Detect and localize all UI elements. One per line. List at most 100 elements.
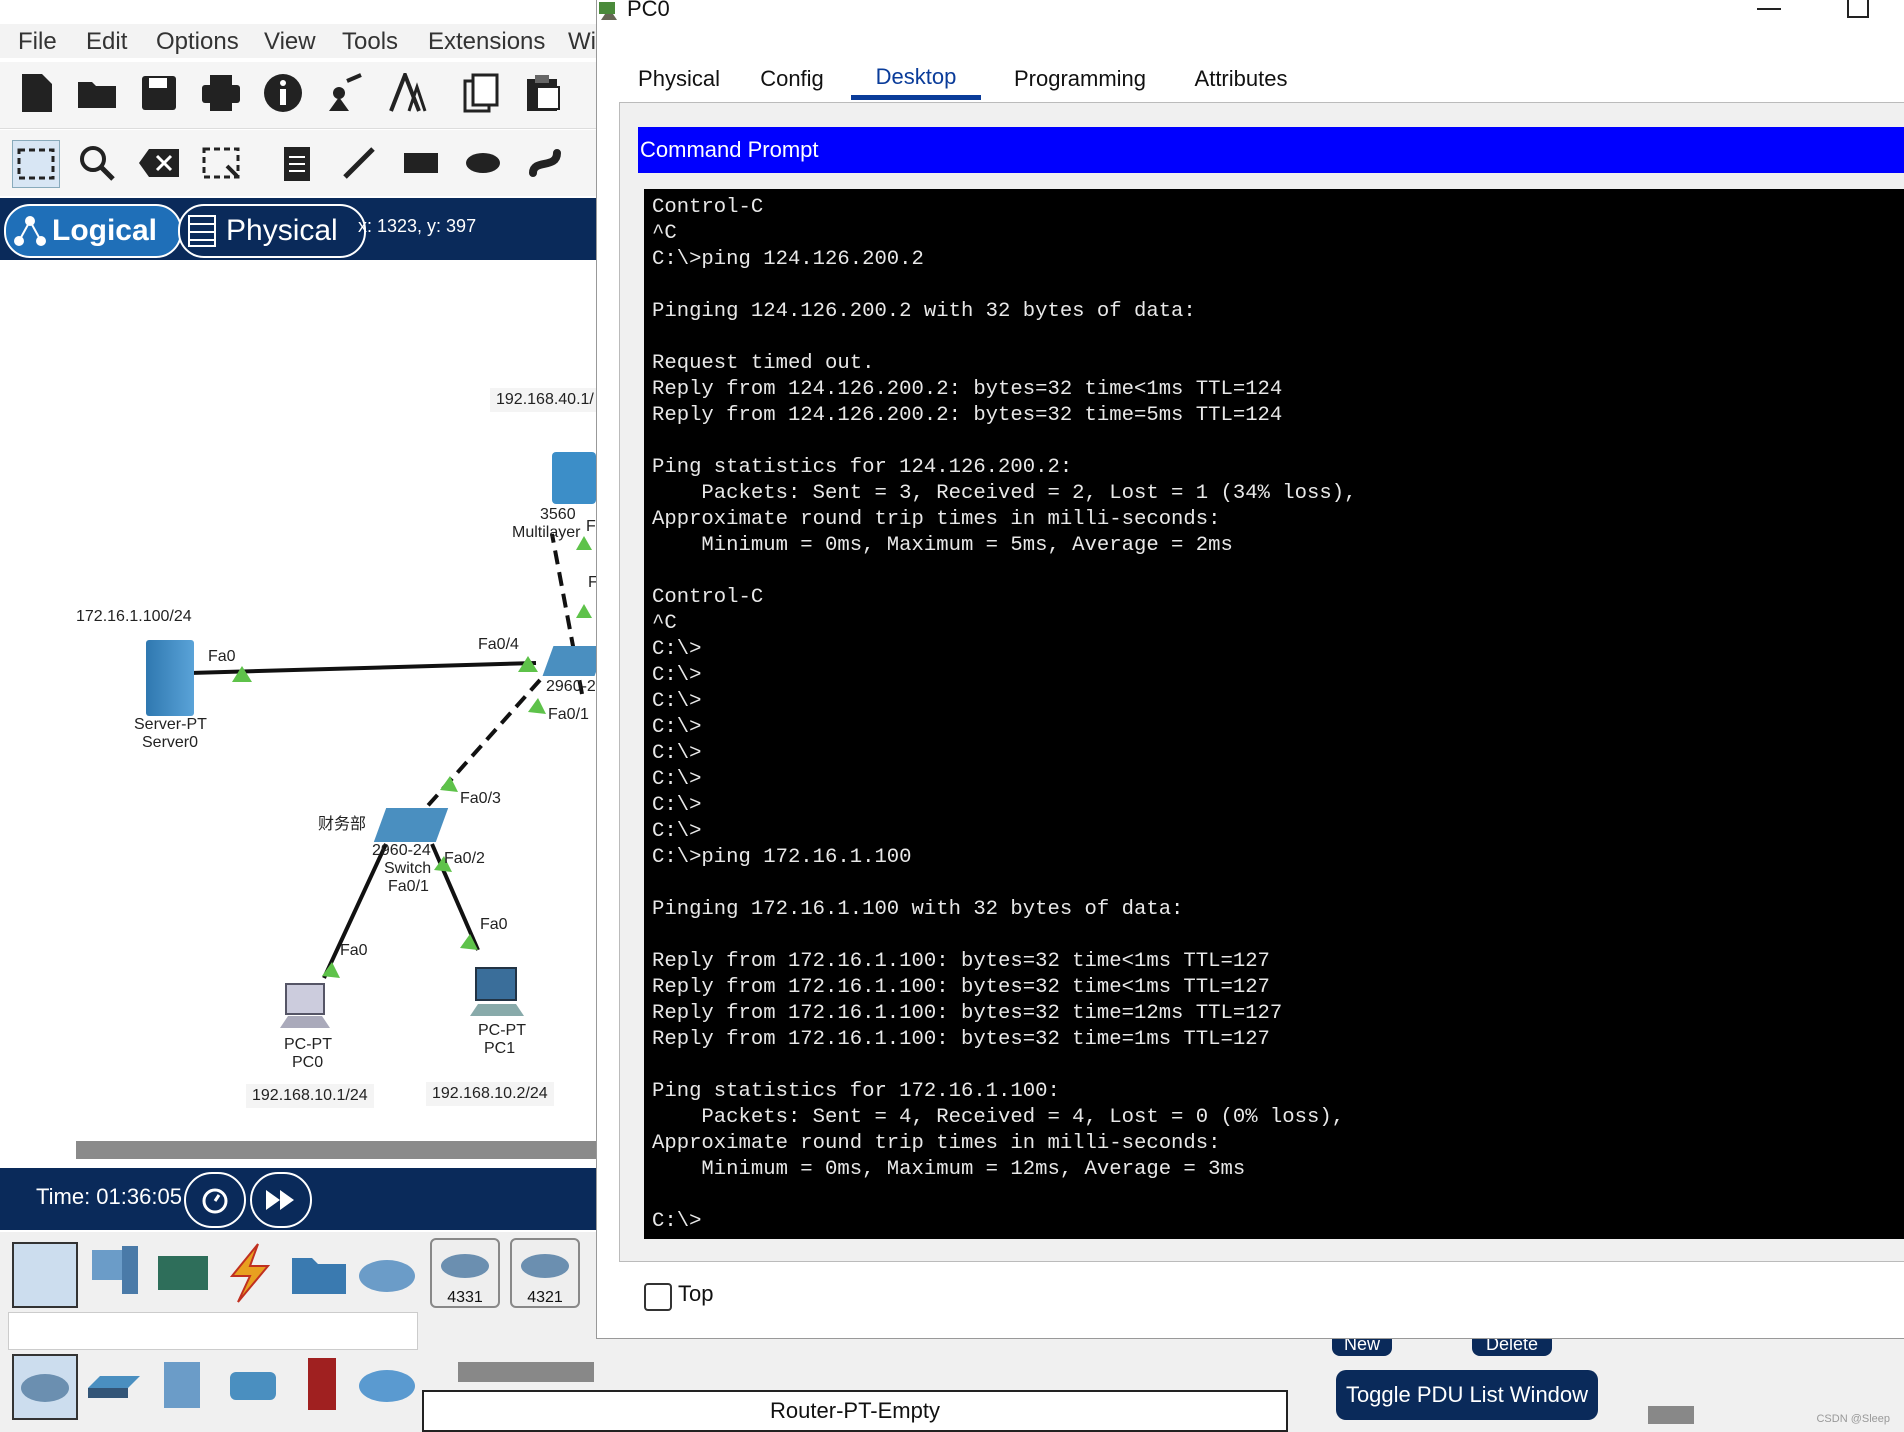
- logical-view-button[interactable]: Logical: [4, 204, 182, 258]
- switch2-name-label: Switch: [384, 860, 432, 877]
- note-icon[interactable]: [274, 140, 320, 186]
- security-icon[interactable]: [292, 1354, 354, 1416]
- pc1-name-label: PC1: [484, 1040, 516, 1057]
- pc1-ip-label: 192.168.10.2/24: [426, 1082, 554, 1106]
- terminal-line: Reply from 172.16.1.100: bytes=32 time<1…: [652, 976, 1270, 999]
- menu-file[interactable]: File: [18, 28, 57, 56]
- menu-extensions[interactable]: Extensions: [428, 28, 545, 56]
- pc1-icon[interactable]: [470, 966, 524, 1020]
- routers-icon[interactable]: [12, 1354, 78, 1420]
- delete-icon[interactable]: [136, 140, 182, 186]
- activity-wizard-icon[interactable]: [384, 70, 430, 116]
- maximize-icon[interactable]: [1847, 0, 1869, 18]
- menu-options[interactable]: Options: [156, 28, 239, 56]
- menu-view[interactable]: View: [264, 28, 316, 56]
- terminal-line: Minimum = 0ms, Maximum = 12ms, Average =…: [652, 1158, 1246, 1181]
- switch2-model-label: 2960-24: [372, 842, 431, 859]
- selected-device-name: Router-PT-Empty: [422, 1390, 1288, 1432]
- device-type-label-box: [8, 1312, 418, 1350]
- tab-attributes[interactable]: Attributes: [1181, 58, 1301, 100]
- draw-rectangle-icon[interactable]: [398, 140, 444, 186]
- terminal-line: Packets: Sent = 3, Received = 2, Lost = …: [652, 482, 1357, 505]
- terminal-line: C:\>: [652, 742, 702, 765]
- new-file-icon[interactable]: [14, 70, 60, 116]
- switch2-icon[interactable]: [373, 808, 449, 842]
- pc0-tab-bar: Physical Config Desktop Programming Attr…: [627, 58, 1904, 100]
- device-list-scrollbar[interactable]: [458, 1362, 594, 1382]
- pc0-ip-label: 192.168.10.1/24: [246, 1084, 374, 1108]
- power-cycle-button[interactable]: [184, 1172, 246, 1228]
- tab-physical[interactable]: Physical: [627, 58, 731, 100]
- physical-view-button[interactable]: Physical: [178, 204, 366, 258]
- link-light-icon: [440, 776, 458, 792]
- info-icon[interactable]: [260, 70, 306, 116]
- multilayer-switch-icon[interactable]: [552, 452, 596, 504]
- link-light-icon: [576, 604, 592, 618]
- inspect-icon[interactable]: [74, 140, 120, 186]
- logical-workspace[interactable]: 192.168.40.1/ 3560 Multilayer F F 172.16…: [0, 262, 606, 1132]
- terminal-line: ^C: [652, 612, 677, 635]
- server-model-label: Server-PT: [134, 716, 207, 733]
- wireless-devices-icon[interactable]: [222, 1354, 284, 1416]
- toggle-pdu-list-button[interactable]: Toggle PDU List Window: [1336, 1370, 1598, 1420]
- terminal-line: Control-C: [652, 586, 764, 609]
- components-icon[interactable]: [152, 1242, 214, 1304]
- tab-config[interactable]: Config: [745, 58, 839, 100]
- wan-emulation-icon[interactable]: [356, 1354, 418, 1416]
- router-4321-item[interactable]: 4321: [510, 1238, 580, 1308]
- print-icon[interactable]: [198, 70, 244, 116]
- switch2-port-fa01-label: Fa0/1: [388, 878, 429, 895]
- hubs-icon[interactable]: [152, 1354, 214, 1416]
- command-prompt-terminal[interactable]: Control-C ^C C:\>ping 124.126.200.2 Pingin…: [644, 189, 1904, 1239]
- ip-label-multilayer: 192.168.40.1/: [490, 388, 600, 412]
- switches-icon[interactable]: [82, 1354, 144, 1416]
- link-light-icon: [322, 962, 340, 978]
- connections-icon[interactable]: [218, 1242, 280, 1304]
- network-wizard-icon[interactable]: [322, 70, 368, 116]
- menu-window[interactable]: Wi: [568, 28, 596, 56]
- terminal-line: Approximate round trip times in milli-se…: [652, 508, 1221, 531]
- server-icon[interactable]: [146, 640, 194, 716]
- router-4331-item[interactable]: 4331: [430, 1238, 500, 1308]
- top-checkbox[interactable]: [644, 1283, 672, 1311]
- pdu-scrollbar[interactable]: [1648, 1406, 1694, 1424]
- misc-icon[interactable]: [288, 1242, 350, 1304]
- copy-icon[interactable]: [458, 70, 504, 116]
- draw-line-icon[interactable]: [336, 140, 382, 186]
- resize-icon[interactable]: [198, 140, 244, 186]
- router-icon: [441, 1254, 489, 1278]
- multiuser-icon[interactable]: [356, 1242, 418, 1304]
- pc0-port-label: Fa0: [340, 942, 368, 959]
- tab-programming[interactable]: Programming: [997, 58, 1163, 100]
- workspace-scrollbar[interactable]: [76, 1141, 600, 1159]
- desktop-panel: Command Prompt Control-C ^C C:\>ping 124.1…: [619, 102, 1904, 1311]
- end-devices-icon[interactable]: [82, 1242, 144, 1304]
- save-icon[interactable]: [136, 70, 182, 116]
- pc0-icon[interactable]: [280, 982, 330, 1032]
- terminal-line: C:\>: [652, 716, 702, 739]
- select-icon[interactable]: [12, 140, 60, 188]
- open-folder-icon[interactable]: [74, 70, 120, 116]
- watermark-text: CSDN @Sleep: [1816, 1413, 1890, 1425]
- router-4331-label: 4331: [447, 1289, 483, 1306]
- freeform-icon[interactable]: [522, 140, 568, 186]
- fast-forward-button[interactable]: [250, 1172, 312, 1228]
- main-toolbar: [0, 62, 600, 129]
- minimize-icon[interactable]: [1757, 8, 1781, 14]
- draw-ellipse-icon[interactable]: [460, 140, 506, 186]
- edit-toolbar: [0, 130, 600, 196]
- switch-port-fa01-label: Fa0/1: [548, 706, 589, 723]
- terminal-line: Reply from 172.16.1.100: bytes=32 time<1…: [652, 950, 1270, 973]
- network-devices-icon[interactable]: [12, 1242, 78, 1308]
- paste-icon[interactable]: [520, 70, 566, 116]
- terminal-line: Reply from 172.16.1.100: bytes=32 time=1…: [652, 1002, 1283, 1025]
- tab-desktop[interactable]: Desktop: [851, 58, 981, 100]
- pc1-port-label: Fa0: [480, 916, 508, 933]
- terminal-line: Reply from 124.126.200.2: bytes=32 time<…: [652, 378, 1283, 401]
- menu-tools[interactable]: Tools: [342, 28, 398, 56]
- menu-edit[interactable]: Edit: [86, 28, 127, 56]
- view-bar: Logical Physical x: 1323, y: 397: [0, 198, 600, 260]
